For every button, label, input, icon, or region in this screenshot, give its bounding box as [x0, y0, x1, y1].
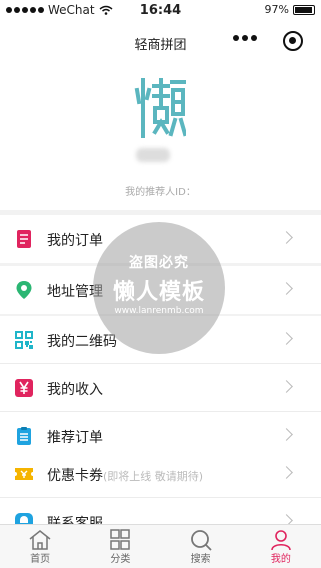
tab-label: 分类 [110, 554, 131, 565]
chevron-right-icon [280, 380, 293, 393]
coming-soon-note: (即将上线 敬请期待) [103, 470, 204, 483]
menu-item-my-orders[interactable]: 我的订单 [0, 215, 321, 263]
profile-icon [271, 530, 291, 551]
chevron-right-icon [280, 332, 293, 345]
page-title: 轻商拼团 [134, 38, 187, 53]
home-icon [29, 530, 51, 550]
tab-label: 搜索 [190, 554, 211, 565]
chevron-right-icon [280, 466, 293, 479]
bottom-tab-bar: 首页 分类 搜索 我的 [0, 524, 321, 568]
menu-item-label: 我的收入 [47, 382, 103, 398]
menu-item-income[interactable]: 我的收入 [0, 364, 321, 412]
order-icon [17, 230, 31, 248]
avatar-char: 懒 [134, 76, 135, 77]
tab-label: 首页 [30, 554, 51, 565]
avatar[interactable]: 懒 [134, 76, 186, 140]
profile-header: 懒 我的推荐人ID： [0, 64, 321, 210]
yen-icon [15, 379, 33, 397]
tab-label: 我的 [270, 554, 291, 565]
status-bar: WeChat 16:44 97% [0, 0, 321, 22]
qrcode-icon [15, 331, 33, 349]
menu-group-address: 地址管理 [0, 266, 321, 314]
menu-item-label: 优惠卡券(即将上线 敬请期待) [47, 468, 204, 484]
tab-mine[interactable]: 我的 [241, 525, 321, 568]
menu-group-income: 我的二维码 我的收入 推荐订单 [0, 316, 321, 460]
menu-item-label: 地址管理 [47, 284, 103, 300]
location-pin-icon [16, 281, 32, 299]
more-menu-icon[interactable] [233, 35, 257, 41]
menu-item-label: 我的订单 [47, 233, 103, 249]
nickname-blurred [136, 148, 170, 162]
tab-home[interactable]: 首页 [0, 525, 80, 568]
coupon-icon [15, 468, 33, 480]
referrer-id-label: 我的推荐人ID： [125, 187, 196, 198]
menu-group-orders: 我的订单 [0, 215, 321, 263]
battery-icon [293, 4, 315, 15]
navigation-bar: 轻商拼团 [0, 22, 321, 64]
category-icon [110, 529, 131, 550]
clipboard-icon [17, 427, 31, 445]
chevron-right-icon [280, 282, 293, 295]
menu-item-label: 推荐订单 [47, 430, 103, 446]
menu-item-address[interactable]: 地址管理 [0, 266, 321, 314]
chevron-right-icon [280, 428, 293, 441]
battery-info: 97% [265, 3, 315, 16]
chevron-right-icon [280, 231, 293, 244]
menu-item-coupons[interactable]: 优惠卡券(即将上线 敬请期待) [0, 450, 321, 498]
menu-item-label: 我的二维码 [47, 334, 117, 350]
search-icon [190, 530, 212, 551]
menu-item-qrcode[interactable]: 我的二维码 [0, 316, 321, 364]
battery-percent: 97% [264, 3, 289, 16]
close-miniprogram-icon[interactable] [283, 31, 303, 51]
tab-category[interactable]: 分类 [80, 525, 160, 568]
tab-search[interactable]: 搜索 [161, 525, 241, 568]
